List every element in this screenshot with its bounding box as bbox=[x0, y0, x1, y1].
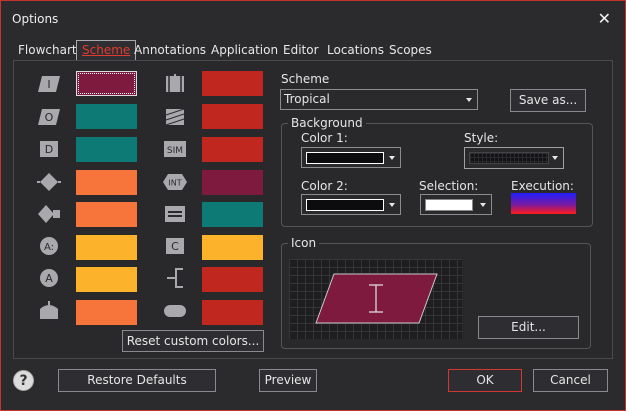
declare-icon: D bbox=[40, 141, 58, 157]
color2-picker[interactable] bbox=[301, 194, 401, 215]
scheme-value: Tropical bbox=[284, 92, 330, 106]
style-swatch bbox=[469, 152, 549, 164]
scheme-select[interactable]: Tropical bbox=[280, 89, 478, 110]
color-swatch-simulation[interactable] bbox=[202, 137, 263, 162]
color-swatch-assignment[interactable] bbox=[76, 267, 137, 292]
icon-group-title: Icon bbox=[288, 236, 320, 250]
input-symbol-preview bbox=[315, 273, 438, 324]
execution-label: Execution: bbox=[511, 179, 574, 193]
chevron-down-icon bbox=[480, 202, 486, 207]
chevron-down-icon bbox=[552, 156, 558, 160]
color1-swatch bbox=[306, 152, 384, 164]
selection-swatch bbox=[425, 199, 473, 211]
selection-picker[interactable] bbox=[420, 194, 492, 215]
edit-icon-button[interactable]: Edit... bbox=[478, 316, 579, 339]
color-swatch-call[interactable] bbox=[202, 71, 263, 96]
title-bar: Options ✕ bbox=[1, 1, 625, 35]
background-group-title: Background bbox=[288, 116, 366, 130]
color-swatch-equals[interactable] bbox=[202, 202, 263, 227]
chevron-down-icon bbox=[466, 97, 472, 102]
comment-icon: C bbox=[166, 238, 184, 254]
chevron-down-icon bbox=[389, 202, 395, 207]
close-icon[interactable]: ✕ bbox=[598, 9, 611, 28]
color1-picker[interactable] bbox=[301, 147, 401, 168]
ok-button[interactable]: OK bbox=[448, 369, 522, 392]
svg-text:D: D bbox=[45, 143, 53, 156]
help-icon[interactable]: ? bbox=[13, 370, 34, 391]
tab-locations[interactable]: Locations bbox=[322, 41, 389, 59]
svg-text:SIM: SIM bbox=[167, 146, 183, 156]
svg-text:A:: A: bbox=[44, 242, 54, 253]
execution-gradient-swatch[interactable] bbox=[511, 193, 576, 214]
color-swatch-input[interactable] bbox=[76, 71, 137, 96]
tab-scopes[interactable]: Scopes bbox=[384, 41, 437, 59]
color-swatch-end-block[interactable] bbox=[76, 300, 137, 325]
loop-icon bbox=[38, 205, 60, 223]
color-swatch-assign[interactable] bbox=[76, 235, 137, 260]
tab-annotations[interactable]: Annotations bbox=[129, 41, 211, 59]
preview-button[interactable]: Preview bbox=[259, 369, 317, 392]
assign-icon: A: bbox=[40, 237, 58, 255]
svg-text:INT: INT bbox=[168, 179, 181, 188]
cancel-button[interactable]: Cancel bbox=[533, 369, 608, 392]
tab-application[interactable]: Application bbox=[206, 41, 283, 59]
svg-text:O: O bbox=[45, 111, 54, 124]
equals-icon bbox=[165, 206, 185, 222]
scheme-label: Scheme bbox=[281, 72, 330, 86]
reset-custom-colors-button[interactable]: Reset custom colors... bbox=[122, 330, 264, 352]
call-icon bbox=[166, 74, 184, 92]
output-icon: O bbox=[38, 109, 60, 125]
bracket-icon bbox=[167, 268, 183, 288]
icon-preview bbox=[289, 259, 462, 339]
selection-label: Selection: bbox=[419, 179, 479, 193]
color-swatch-declare[interactable] bbox=[76, 137, 137, 162]
color-swatch-bracket[interactable] bbox=[202, 267, 263, 292]
color-swatch-comment[interactable] bbox=[202, 235, 263, 260]
color-swatch-parallel[interactable] bbox=[202, 104, 263, 129]
color-swatch-terminal[interactable] bbox=[202, 300, 263, 325]
svg-text:A: A bbox=[45, 272, 53, 285]
assignment-icon: A bbox=[40, 269, 58, 287]
color-swatch-decision[interactable] bbox=[76, 170, 137, 195]
interrupt-icon: INT bbox=[163, 174, 187, 190]
terminal-icon bbox=[164, 305, 186, 317]
save-as-button[interactable]: Save as... bbox=[510, 89, 586, 112]
style-label: Style: bbox=[464, 131, 499, 145]
window-title: Options bbox=[12, 12, 59, 26]
simulation-icon: SIM bbox=[164, 141, 186, 157]
input-icon: I bbox=[38, 76, 60, 92]
color-swatch-loop[interactable] bbox=[76, 202, 137, 227]
color2-swatch bbox=[306, 199, 384, 211]
end-block-icon bbox=[40, 301, 58, 319]
tab-scheme[interactable]: Scheme bbox=[76, 40, 137, 60]
color1-label: Color 1: bbox=[301, 131, 348, 145]
restore-defaults-button[interactable]: Restore Defaults bbox=[58, 369, 216, 392]
style-picker[interactable] bbox=[464, 147, 564, 169]
tab-editor[interactable]: Editor bbox=[278, 41, 324, 59]
parallel-icon bbox=[165, 108, 185, 126]
color-swatch-output[interactable] bbox=[76, 104, 137, 129]
chevron-down-icon bbox=[389, 155, 395, 160]
decision-icon bbox=[37, 173, 61, 191]
color2-label: Color 2: bbox=[301, 179, 348, 193]
svg-text:C: C bbox=[171, 240, 179, 253]
tab-flowchart[interactable]: Flowchart bbox=[13, 41, 82, 59]
svg-text:I: I bbox=[47, 78, 50, 91]
color-swatch-interrupt[interactable] bbox=[202, 170, 263, 195]
